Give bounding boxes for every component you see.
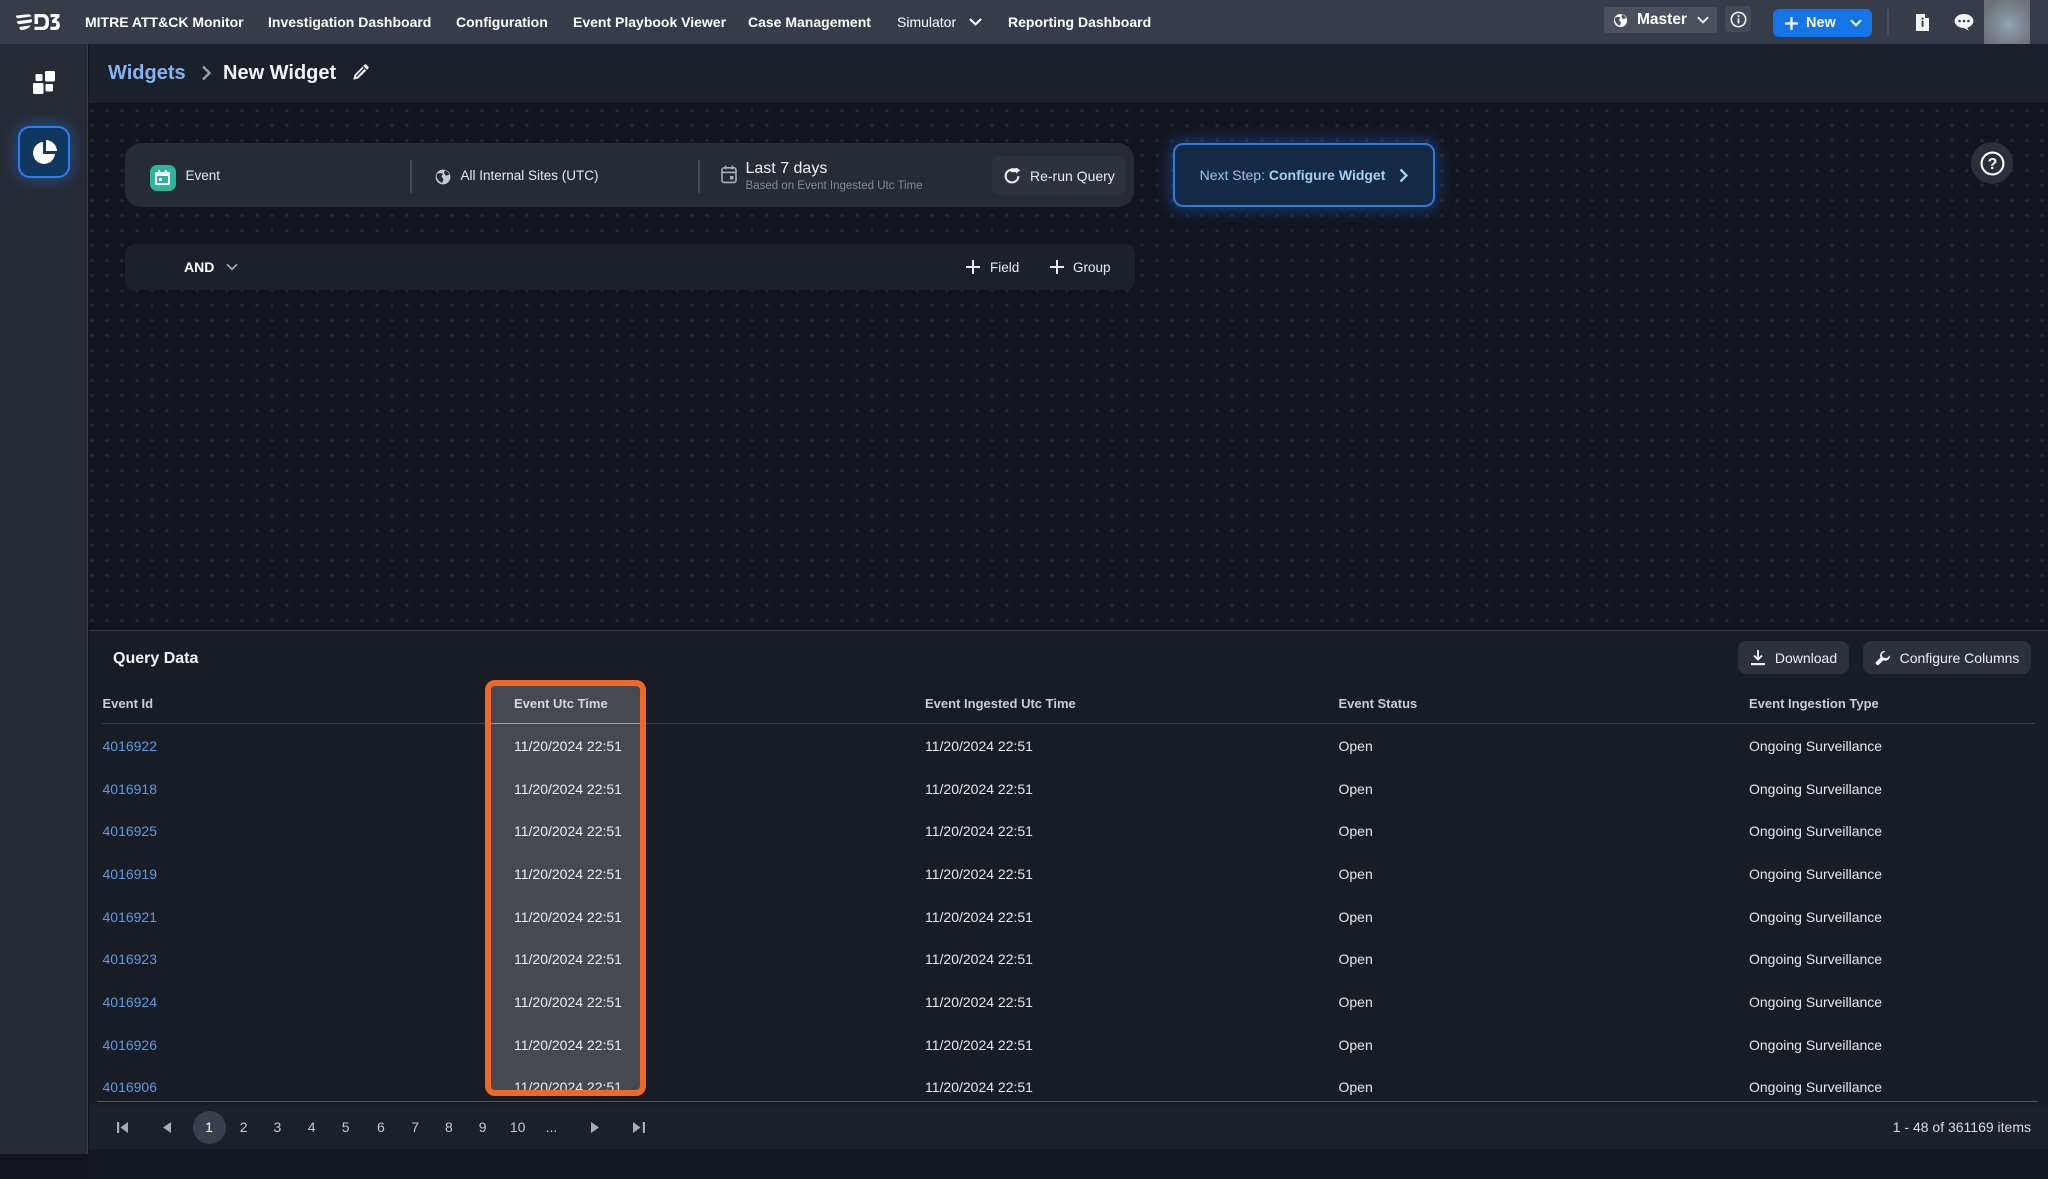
svg-text:?: ? bbox=[1987, 156, 1997, 173]
